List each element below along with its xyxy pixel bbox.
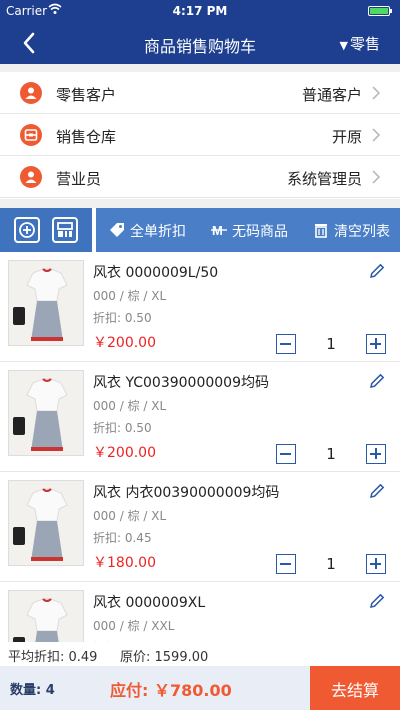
increase-qty-button[interactable] <box>366 444 386 464</box>
product-image <box>8 370 84 456</box>
triangle-down-icon: ▼ <box>339 39 348 52</box>
add-item-button[interactable] <box>14 217 40 243</box>
decrease-qty-button[interactable] <box>276 334 296 354</box>
chevron-right-icon <box>372 170 381 184</box>
checkout-button[interactable]: 去结算 <box>310 666 400 710</box>
item-spec: 000 / 棕 / XL <box>93 509 167 523</box>
salesperson-value: 系统管理员 <box>286 170 362 188</box>
tag-icon <box>110 223 124 237</box>
edit-pencil-icon[interactable] <box>368 262 386 280</box>
row-label: 销售仓库 <box>56 128 117 146</box>
barcode-scan-icon <box>57 222 73 237</box>
row-label: 营业员 <box>56 170 102 188</box>
item-name: 风衣 0000009L/50 <box>93 265 219 281</box>
amount-due: 应付: ￥780.00 <box>110 681 232 700</box>
item-spec: 000 / 棕 / XXL <box>93 619 175 633</box>
trash-icon <box>315 224 327 238</box>
order-summary: 平均折扣: 0.49 原价: 1599.00 <box>0 642 400 666</box>
separator <box>0 64 400 72</box>
row-warehouse[interactable]: 销售仓库 开原 <box>0 114 400 156</box>
item-qty: 1 <box>326 555 336 573</box>
plus-circle-icon <box>19 222 35 238</box>
nav-bar: 商品销售购物车 ▼ 零售 <box>0 22 400 64</box>
decrease-qty-button[interactable] <box>276 444 296 464</box>
product-image <box>8 260 84 346</box>
user-icon <box>20 166 42 188</box>
product-image <box>8 590 84 642</box>
sale-mode-dropdown[interactable]: ▼ 零售 <box>340 33 380 54</box>
customer-value: 普通客户 <box>301 86 362 104</box>
no-barcode-icon: M <box>211 223 227 238</box>
item-price: ￥180.00 <box>93 555 156 571</box>
clear-label: 清空列表 <box>334 224 390 240</box>
warehouse-value: 开原 <box>331 128 362 146</box>
clock: 4:17 PM <box>172 4 228 18</box>
scan-button[interactable] <box>52 217 78 243</box>
edit-pencil-icon[interactable] <box>368 372 386 390</box>
cart-item[interactable]: 风衣 0000009L/50 000 / 棕 / XL 折扣: 0.50 ￥20… <box>0 252 400 362</box>
increase-qty-button[interactable] <box>366 554 386 574</box>
row-label: 零售客户 <box>56 86 117 104</box>
item-discount: 折扣: 0.50 <box>93 421 152 435</box>
edit-pencil-icon[interactable] <box>368 592 386 610</box>
separator <box>0 199 400 208</box>
toolbar-left-block <box>0 208 92 252</box>
item-discount: 折扣: 0.50 <box>93 311 152 325</box>
nocode-label: 无码商品 <box>232 224 288 240</box>
sale-mode-label: 零售 <box>349 35 380 53</box>
item-qty: 1 <box>326 335 336 353</box>
edit-pencil-icon[interactable] <box>368 482 386 500</box>
item-name: 风衣 0000009XL <box>93 595 206 611</box>
item-price: ￥200.00 <box>93 445 156 461</box>
cart-item[interactable]: 风衣 0000009XL 000 / 棕 / XXL 折扣 <box>0 582 400 642</box>
item-price: ￥200.00 <box>93 335 156 351</box>
average-discount: 平均折扣: 0.49 <box>8 650 98 665</box>
cart-item[interactable]: 风衣 内衣00390000009均码 000 / 棕 / XL 折扣: 0.45… <box>0 472 400 582</box>
row-customer[interactable]: 零售客户 普通客户 <box>0 72 400 114</box>
item-discount: 折扣: 0.45 <box>93 531 152 545</box>
item-name: 风衣 YC00390000009均码 <box>93 375 269 391</box>
cart-item[interactable]: 风衣 YC00390000009均码 000 / 棕 / XL 折扣: 0.50… <box>0 362 400 472</box>
warehouse-icon <box>20 124 42 146</box>
item-count: 数量: 4 <box>10 683 55 698</box>
item-name: 风衣 内衣00390000009均码 <box>93 485 280 501</box>
chevron-right-icon <box>372 128 381 142</box>
checkout-bar: 数量: 4 应付: ￥780.00 去结算 <box>0 666 400 710</box>
decrease-qty-button[interactable] <box>276 554 296 574</box>
original-price: 原价: 1599.00 <box>120 650 209 665</box>
discount-label: 全单折扣 <box>130 224 186 240</box>
chevron-right-icon <box>372 86 381 100</box>
increase-qty-button[interactable] <box>366 334 386 354</box>
item-spec: 000 / 棕 / XL <box>93 399 167 413</box>
item-spec: 000 / 棕 / XL <box>93 289 167 303</box>
item-qty: 1 <box>326 445 336 463</box>
toolbar-divider <box>92 208 96 252</box>
row-salesperson[interactable]: 营业员 系统管理员 <box>0 156 400 198</box>
product-image <box>8 480 84 566</box>
battery-icon <box>368 6 392 16</box>
user-icon <box>20 82 42 104</box>
action-toolbar: 全单折扣 M 无码商品 清空列表 <box>0 208 400 252</box>
status-bar: Carrier 4:17 PM <box>0 0 400 22</box>
